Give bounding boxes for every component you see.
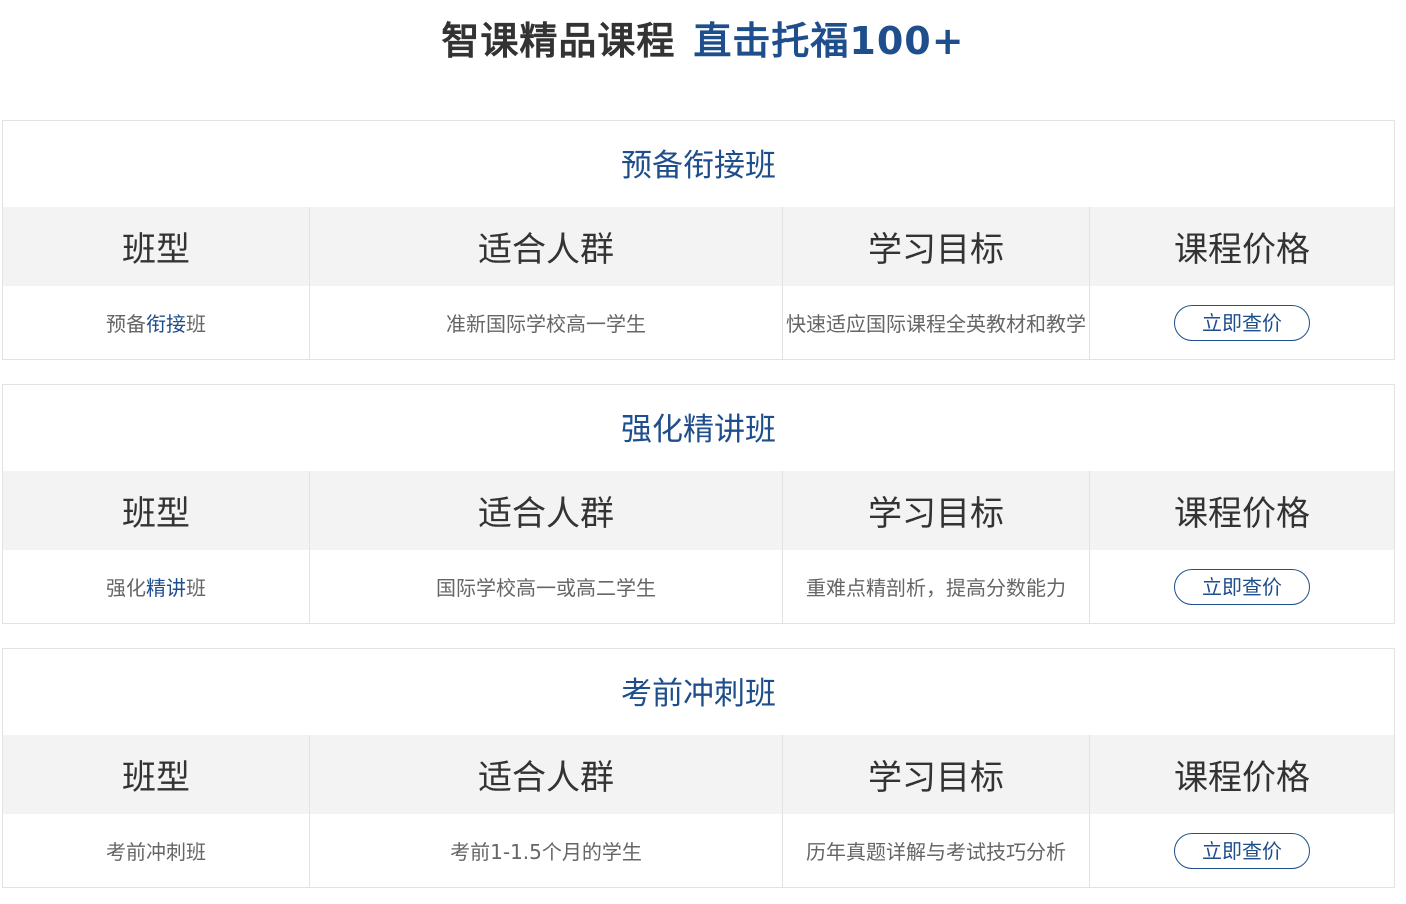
- table-row: 考前冲刺班 考前1-1.5个月的学生 历年真题详解与考试技巧分析 立即查价: [3, 814, 1394, 887]
- price-cell: 立即查价: [1090, 814, 1394, 887]
- goal-cell: 快速适应国际课程全英教材和教学: [783, 286, 1090, 359]
- class-name-accent: 精讲: [146, 576, 186, 600]
- price-cell: 立即查价: [1090, 550, 1394, 623]
- course-card-title: 强化精讲班: [621, 412, 776, 448]
- header-price: 课程价格: [1174, 494, 1310, 534]
- table-header-row: 班型 适合人群 学习目标 课程价格: [3, 735, 1394, 814]
- class-name-accent: 衔接: [146, 312, 186, 336]
- header-audience: 适合人群: [310, 471, 783, 550]
- class-name-cell: 强化 精讲班: [3, 550, 310, 623]
- goal-cell: 重难点精剖析，提高分数能力: [783, 550, 1090, 623]
- price-cell: 立即查价: [1090, 286, 1394, 359]
- course-card-title: 考前冲刺班: [621, 676, 776, 712]
- table-header-row: 班型 适合人群 学习目标 课程价格: [3, 471, 1394, 550]
- audience-cell: 准新国际学校高一学生: [310, 286, 783, 359]
- check-price-button[interactable]: 立即查价: [1174, 304, 1310, 341]
- header-audience: 适合人群: [310, 207, 783, 286]
- goal-cell: 历年真题详解与考试技巧分析: [783, 814, 1090, 887]
- class-name-prefix: 强化: [106, 576, 146, 600]
- header-class-type: 班型: [3, 735, 310, 814]
- table-row: 预备 衔接班 准新国际学校高一学生 快速适应国际课程全英教材和教学 立即查价: [3, 286, 1394, 359]
- header-goal: 学习目标: [783, 471, 1090, 550]
- page-title: 智课精品课程 直击托福100+: [0, 14, 1406, 68]
- header-goal: 学习目标: [783, 735, 1090, 814]
- class-name-prefix: 预备: [106, 312, 146, 336]
- page-title-main: 智课精品课程: [441, 19, 676, 63]
- header-audience: 适合人群: [310, 735, 783, 814]
- audience-cell: 考前1-1.5个月的学生: [310, 814, 783, 887]
- class-name-suffix: 班: [186, 576, 206, 600]
- header-class-type: 班型: [3, 471, 310, 550]
- page-title-highlight: 直击托福100+: [693, 19, 965, 63]
- header-goal: 学习目标: [783, 207, 1090, 286]
- table-header-row: 班型 适合人群 学习目标 课程价格: [3, 207, 1394, 286]
- header-price: 课程价格: [1174, 230, 1310, 270]
- course-card-title: 预备衔接班: [621, 148, 776, 184]
- course-card-intensive: 强化精讲班 班型 适合人群 学习目标 课程价格 强化 精讲班 国际学校高一或高二学…: [2, 384, 1395, 624]
- class-name-cell: 预备 衔接班: [3, 286, 310, 359]
- check-price-button[interactable]: 立即查价: [1174, 568, 1310, 605]
- class-name-prefix: 考前冲刺班: [106, 840, 206, 864]
- course-card-sprint: 考前冲刺班 班型 适合人群 学习目标 课程价格 考前冲刺班 考前1-1.5个月的…: [2, 648, 1395, 888]
- header-price: 课程价格: [1174, 758, 1310, 798]
- check-price-button[interactable]: 立即查价: [1174, 832, 1310, 869]
- class-name-cell: 考前冲刺班: [3, 814, 310, 887]
- course-card-prep: 预备衔接班 班型 适合人群 学习目标 课程价格 预备 衔接班 准新国际学校高一学生…: [2, 120, 1395, 360]
- header-class-type: 班型: [3, 207, 310, 286]
- class-name-suffix: 班: [186, 312, 206, 336]
- table-row: 强化 精讲班 国际学校高一或高二学生 重难点精剖析，提高分数能力 立即查价: [3, 550, 1394, 623]
- audience-cell: 国际学校高一或高二学生: [310, 550, 783, 623]
